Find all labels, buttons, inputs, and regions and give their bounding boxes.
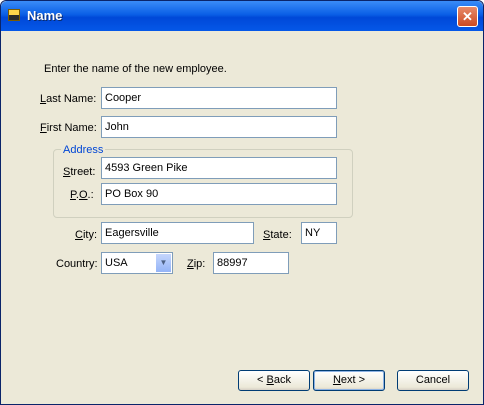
close-icon: ✕: [462, 9, 473, 24]
po-input[interactable]: PO Box 90: [101, 183, 337, 205]
close-button[interactable]: ✕: [457, 6, 478, 27]
last-name-input[interactable]: Cooper: [101, 87, 337, 109]
last-name-label: Last Name:: [40, 93, 97, 105]
cancel-button[interactable]: Cancel: [397, 370, 469, 391]
state-label: State:: [263, 229, 292, 241]
app-icon: [8, 9, 20, 21]
next-button[interactable]: Next >: [313, 370, 385, 391]
state-input[interactable]: NY: [301, 222, 337, 244]
country-label: Country:: [56, 258, 98, 270]
first-name-label: First Name:: [40, 122, 97, 134]
city-label: City:: [75, 229, 98, 241]
zip-input[interactable]: 88997: [213, 252, 289, 274]
city-input[interactable]: Eagersville: [101, 222, 254, 244]
po-label: P.O.:: [70, 189, 94, 201]
prompt-text: Enter the name of the new employee.: [44, 63, 227, 75]
dialog-window: Name ✕ Enter the name of the new employe…: [0, 0, 484, 405]
country-value: USA: [105, 257, 128, 269]
window-title: Name: [27, 8, 63, 23]
back-button[interactable]: < Back: [238, 370, 310, 391]
chevron-down-icon[interactable]: ▼: [155, 254, 171, 272]
zip-label: Zip:: [187, 258, 206, 270]
address-group-title: Address: [61, 144, 106, 156]
first-name-input[interactable]: John: [101, 116, 337, 138]
country-select[interactable]: USA ▼: [101, 252, 173, 274]
street-label: Street:: [63, 166, 96, 178]
street-input[interactable]: 4593 Green Pike: [101, 157, 337, 179]
dialog-content: Enter the name of the new employee. Last…: [1, 31, 483, 404]
title-bar[interactable]: Name ✕: [1, 1, 483, 31]
